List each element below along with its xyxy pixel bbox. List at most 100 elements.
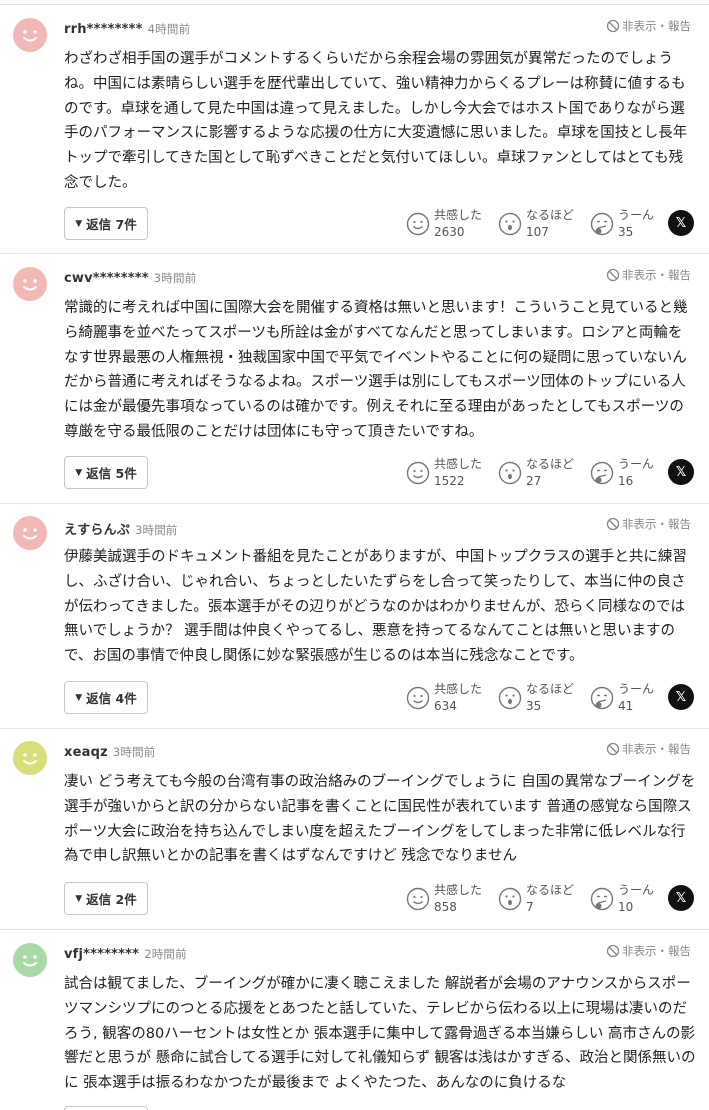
react-agree-count: 2630 (434, 225, 465, 239)
react-insight-button[interactable]: なるほど 7 (498, 882, 574, 916)
caret-down-icon: ▼ (75, 467, 83, 478)
hmm-reaction-icon (590, 887, 614, 911)
smile-reaction-icon (406, 686, 430, 710)
smiley-face-icon (23, 528, 37, 540)
smiley-face-icon (23, 753, 37, 765)
username[interactable]: えすらんぷ (64, 523, 130, 538)
username[interactable]: xeaqz (64, 745, 108, 760)
comment-item: rrh******** 4時間前 非表示・報告 わざわざ相手国の選手がコメントする… (0, 0, 709, 253)
react-hmm-label: うーん (618, 682, 655, 696)
caret-down-icon: ▼ (75, 893, 83, 904)
comment-item: cwv******** 3時間前 非表示・報告 常識的に考えれば中国に国際大会を開… (0, 253, 709, 503)
comment-time: 3時間前 (112, 745, 156, 759)
hide-report-link[interactable]: 非表示・報告 (606, 267, 691, 283)
yellow-smiley-avatar (13, 741, 47, 775)
react-agree-label: 共感した (434, 682, 483, 696)
comment-time: 4時間前 (147, 22, 191, 36)
react-insight-count: 35 (526, 699, 542, 713)
hide-report-link[interactable]: 非表示・報告 (606, 18, 691, 34)
prohibit-icon (606, 944, 620, 958)
comment-text: 凄い どう考えても今般の台湾有事の政治絡みのブーイングでしょうに 自国の異常なブ… (64, 774, 696, 865)
comment-user-line: えすらんぷ 3時間前 (64, 519, 178, 538)
reply-label: 返信 7件 (86, 217, 137, 232)
hmm-reaction-icon (590, 461, 614, 485)
username[interactable]: cwv******** (64, 271, 149, 286)
surprised-reaction-icon (498, 461, 522, 485)
react-hmm-count: 41 (618, 699, 634, 713)
react-agree-label: 共感した (434, 208, 483, 222)
hide-report-link[interactable]: 非表示・報告 (606, 516, 691, 532)
react-agree-count: 858 (434, 900, 457, 914)
reply-label: 返信 2件 (86, 892, 137, 907)
react-hmm-button[interactable]: うーん 35 (590, 207, 654, 241)
smiley-face-icon (23, 279, 37, 291)
hide-report-label: 非表示・報告 (622, 19, 691, 33)
react-hmm-button[interactable]: うーん 41 (590, 681, 654, 715)
hide-report-label: 非表示・報告 (622, 517, 691, 531)
reply-button[interactable]: ▼ 返信 4件 (64, 681, 148, 714)
x-share-button[interactable]: 𝕏 (668, 684, 694, 710)
caret-down-icon: ▼ (75, 218, 83, 229)
comment-text: 常識的に考えれば中国に国際大会を開催する資格は無いと思います！こういうこと見てい… (64, 300, 688, 440)
comment-user-line: vfj******** 2時間前 (64, 946, 187, 962)
comment-item: えすらんぷ 3時間前 非表示・報告 伊藤美誠選手のドキュメント番組を見たことがあり… (0, 503, 709, 728)
reply-label: 返信 5件 (86, 466, 137, 481)
comment-text: 試合は観てました、ブーイングが確かに凄く聴こえました 解説者が会場のアナウンスか… (64, 976, 696, 1092)
reply-button[interactable]: ▼ 返信 7件 (64, 207, 148, 240)
smiley-face-icon (23, 955, 37, 967)
react-hmm-button[interactable]: うーん 16 (590, 456, 654, 490)
x-share-button[interactable]: 𝕏 (668, 885, 694, 911)
caret-down-icon: ▼ (75, 692, 83, 703)
hide-report-label: 非表示・報告 (622, 944, 691, 958)
react-agree-label: 共感した (434, 883, 483, 897)
react-insight-count: 7 (526, 900, 534, 914)
prohibit-icon (606, 517, 620, 531)
react-insight-label: なるほど (526, 208, 575, 222)
react-hmm-label: うーん (618, 457, 655, 471)
hmm-reaction-icon (590, 212, 614, 236)
surprised-reaction-icon (498, 212, 522, 236)
react-agree-label: 共感した (434, 457, 483, 471)
prohibit-icon (606, 19, 620, 33)
react-hmm-label: うーん (618, 883, 655, 897)
react-insight-button[interactable]: なるほど 35 (498, 681, 574, 715)
react-insight-button[interactable]: なるほど 107 (498, 207, 574, 241)
react-insight-button[interactable]: なるほど 27 (498, 456, 574, 490)
smile-reaction-icon (406, 461, 430, 485)
reply-button[interactable] (64, 1106, 148, 1110)
react-hmm-label: うーん (618, 208, 655, 222)
reply-button[interactable]: ▼ 返信 2件 (64, 882, 148, 915)
react-hmm-button[interactable]: うーん 10 (590, 882, 654, 916)
comment-user-line: rrh******** 4時間前 (64, 21, 190, 37)
pink-smiley-avatar (13, 18, 47, 52)
hide-report-label: 非表示・報告 (622, 742, 691, 756)
reply-button[interactable]: ▼ 返信 5件 (64, 456, 148, 489)
comment-time: 3時間前 (135, 523, 178, 537)
react-agree-count: 634 (434, 699, 457, 713)
react-agree-button[interactable]: 共感した 2630 (406, 207, 482, 241)
react-agree-button[interactable]: 共感した 1522 (406, 456, 482, 490)
smile-reaction-icon (406, 887, 430, 911)
comment-time: 3時間前 (153, 271, 197, 285)
hide-report-label: 非表示・報告 (622, 268, 691, 282)
green-smiley-avatar (13, 943, 47, 977)
comment-text: 伊藤美誠選手のドキュメント番組を見たことがありますが、中国トップクラスの選手と共… (64, 549, 687, 665)
smile-reaction-icon (406, 212, 430, 236)
react-agree-button[interactable]: 共感した 858 (406, 882, 482, 916)
comment-user-line: cwv******** 3時間前 (64, 270, 196, 286)
x-share-button[interactable]: 𝕏 (668, 459, 694, 485)
react-insight-count: 107 (526, 225, 549, 239)
x-share-button[interactable]: 𝕏 (668, 210, 694, 236)
username[interactable]: rrh******** (64, 22, 143, 37)
hide-report-link[interactable]: 非表示・報告 (606, 943, 691, 959)
surprised-reaction-icon (498, 686, 522, 710)
react-hmm-count: 16 (618, 474, 634, 488)
comment-user-line: xeaqz 3時間前 (64, 744, 155, 760)
username[interactable]: vfj******** (64, 947, 139, 962)
react-agree-button[interactable]: 共感した 634 (406, 681, 482, 715)
react-insight-label: なるほど (526, 682, 575, 696)
hide-report-link[interactable]: 非表示・報告 (606, 741, 691, 757)
comment-item: vfj******** 2時間前 非表示・報告 試合は観てました、ブーイングが確か… (0, 929, 709, 1110)
comment-item: xeaqz 3時間前 非表示・報告 凄い どう考えても今般の台湾有事の政治絡みのブ… (0, 728, 709, 929)
reply-label: 返信 4件 (86, 691, 137, 706)
